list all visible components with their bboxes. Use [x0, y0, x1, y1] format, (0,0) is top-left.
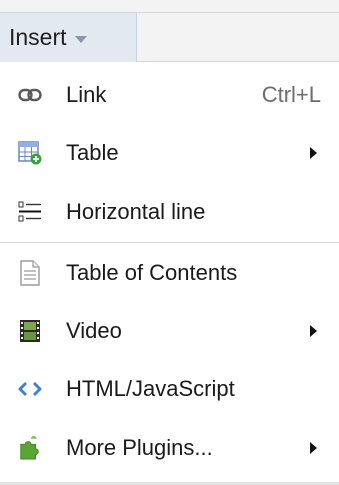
menu-item-more-plugins[interactable]: More Plugins...	[0, 419, 339, 477]
menu-separator	[0, 242, 339, 243]
puzzle-icon	[18, 436, 42, 460]
submenu-arrow-icon	[310, 147, 317, 159]
menu-item-label: Link	[66, 82, 107, 107]
submenu-arrow-icon	[310, 325, 317, 337]
film-icon	[18, 319, 42, 343]
insert-dropdown-menu: Link Ctrl+L Table Horizontal line Table …	[0, 62, 339, 485]
chevron-down-icon	[74, 36, 87, 43]
menu-item-horizontal-line[interactable]: Horizontal line	[0, 183, 339, 241]
submenu-arrow-icon	[310, 442, 317, 454]
menu-item-label: Table of Contents	[66, 260, 238, 285]
menu-item-link[interactable]: Link Ctrl+L	[0, 66, 339, 124]
menu-item-table[interactable]: Table	[0, 124, 339, 182]
code-icon	[18, 377, 42, 401]
top-strip	[0, 0, 339, 12]
menu-item-video[interactable]: Video	[0, 302, 339, 360]
menubar: Insert	[0, 12, 339, 62]
link-icon	[18, 83, 42, 107]
menu-item-label: More Plugins...	[66, 435, 213, 460]
menu-item-label: HTML/JavaScript	[66, 376, 235, 401]
menu-item-label: Horizontal line	[66, 199, 206, 224]
menu-item-label: Table	[66, 140, 119, 165]
menu-item-html-javascript[interactable]: HTML/JavaScript	[0, 360, 339, 418]
menu-item-shortcut: Ctrl+L	[261, 82, 321, 107]
insert-menu-button[interactable]: Insert	[0, 13, 137, 62]
document-icon	[18, 260, 42, 286]
insert-menu-label: Insert	[9, 24, 67, 50]
table-icon	[18, 141, 42, 165]
menu-item-table-of-contents[interactable]: Table of Contents	[0, 244, 339, 302]
horizontal-line-icon	[18, 200, 42, 224]
menu-item-label: Video	[66, 318, 122, 343]
